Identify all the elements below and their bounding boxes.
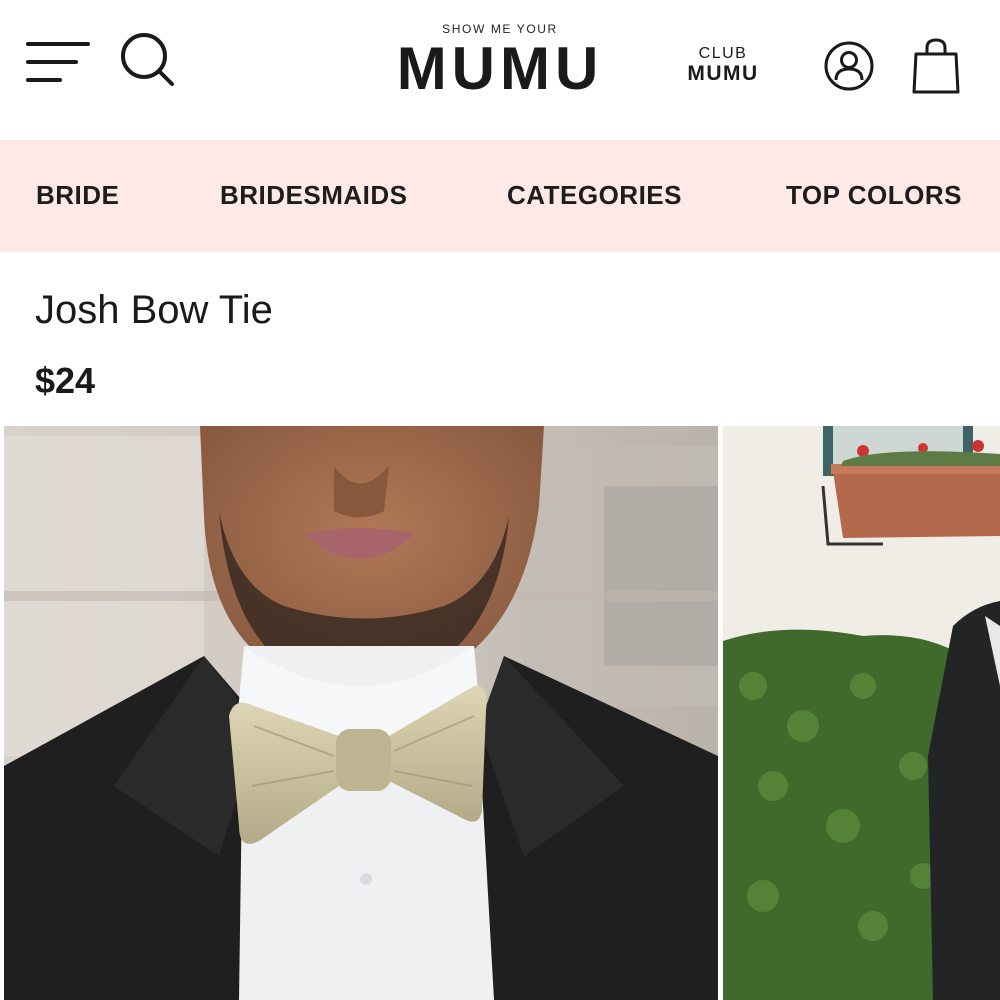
category-nav: BRIDE BRIDESMAIDS CATEGORIES TOP COLORS bbox=[0, 140, 1000, 252]
site-header: SHOW ME YOUR MUMU CLUB MUMU bbox=[0, 0, 1000, 140]
product-gallery[interactable] bbox=[0, 426, 1000, 1000]
menu-icon[interactable] bbox=[26, 38, 90, 86]
product-image-main[interactable] bbox=[4, 426, 718, 1000]
nav-item-bridesmaids[interactable]: BRIDESMAIDS bbox=[220, 180, 408, 211]
nav-item-categories[interactable]: CATEGORIES bbox=[507, 180, 682, 211]
shopping-bag-icon[interactable] bbox=[910, 36, 962, 96]
logo-wordmark: MUMU bbox=[396, 35, 604, 102]
account-icon[interactable] bbox=[823, 40, 875, 92]
nav-item-bride[interactable]: BRIDE bbox=[36, 180, 119, 211]
club-label-top: CLUB bbox=[698, 45, 748, 62]
product-title: Josh Bow Tie bbox=[35, 288, 273, 332]
club-mumu-link[interactable]: CLUB MUMU bbox=[680, 44, 766, 84]
product-price: $24 bbox=[35, 360, 96, 401]
club-label-bottom: MUMU bbox=[687, 62, 759, 85]
logo-tagline: SHOW ME YOUR bbox=[442, 22, 558, 36]
product-image-secondary[interactable] bbox=[723, 426, 1000, 1000]
brand-logo[interactable]: SHOW ME YOUR MUMU bbox=[395, 20, 605, 100]
search-icon[interactable] bbox=[118, 30, 176, 88]
nav-item-top-colors[interactable]: TOP COLORS bbox=[786, 180, 962, 211]
